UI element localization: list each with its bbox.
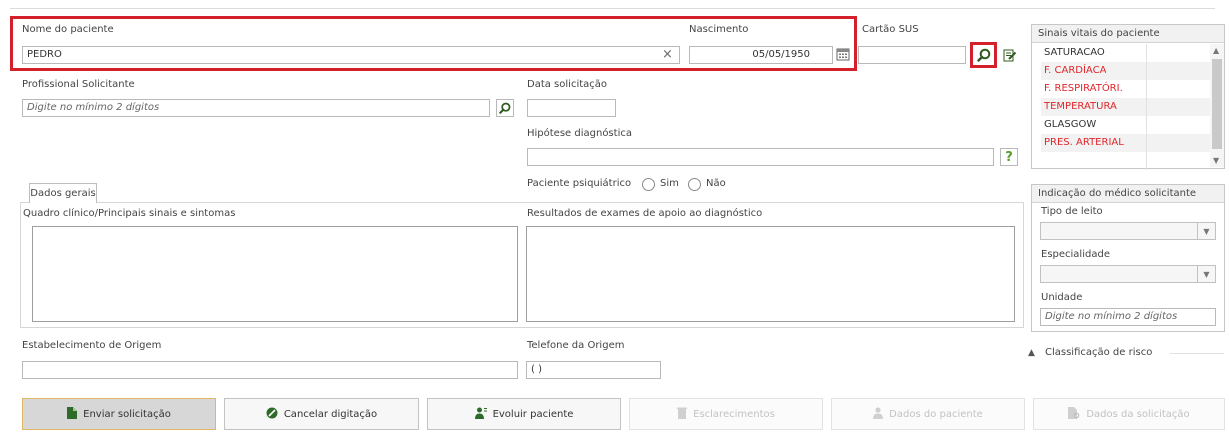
specialty-label: Especialidade xyxy=(1041,249,1110,260)
hypothesis-input[interactable] xyxy=(527,148,994,166)
symptoms-textarea[interactable] xyxy=(32,226,518,322)
origin-establishment-label: Estabelecimento de Origem xyxy=(22,340,162,351)
request-data-button[interactable]: Dados da solicitação xyxy=(1033,398,1225,430)
bed-type-select[interactable]: ▼ xyxy=(1040,222,1216,240)
tab-general-data[interactable]: Dados gerais xyxy=(29,183,97,203)
help-icon[interactable]: ? xyxy=(1000,148,1018,166)
document-icon xyxy=(67,406,78,422)
exams-textarea[interactable] xyxy=(526,226,1015,322)
psychiatric-yes-label: Sim xyxy=(660,178,679,189)
chevron-down-icon: ▼ xyxy=(1197,266,1215,282)
cancel-typing-button[interactable]: Cancelar digitação xyxy=(224,398,419,430)
send-request-label: Enviar solicitação xyxy=(83,408,171,420)
search-icon[interactable] xyxy=(977,48,991,65)
psychiatric-no-radio[interactable] xyxy=(688,178,701,191)
user-icon xyxy=(873,406,884,422)
clarifications-label: Esclarecimentos xyxy=(693,408,775,420)
sus-card-label: Cartão SUS xyxy=(862,24,919,35)
vital-item-heart-rate[interactable]: F. CARDÍACA xyxy=(1044,62,1106,80)
request-date-input[interactable] xyxy=(527,99,616,117)
risk-classification-label: Classificação de risco xyxy=(1045,347,1153,358)
request-data-label: Dados da solicitação xyxy=(1086,408,1190,420)
specialty-select[interactable]: ▼ xyxy=(1040,265,1216,283)
evolve-patient-label: Evoluir paciente xyxy=(492,408,574,420)
vital-item-blood-pressure[interactable]: PRES. ARTERIAL xyxy=(1044,134,1124,152)
scroll-down-icon[interactable]: ▼ xyxy=(1213,156,1219,165)
professional-input[interactable]: Digite no mínimo 2 dígitos xyxy=(22,99,490,117)
vitals-panel-title: Sinais vitais do paciente xyxy=(1032,25,1224,43)
document-view-icon xyxy=(1068,406,1080,422)
bed-type-label: Tipo de leito xyxy=(1041,206,1103,217)
scroll-up-icon[interactable]: ▲ xyxy=(1213,46,1219,55)
vital-item-saturation[interactable]: SATURACAO xyxy=(1044,44,1105,62)
patient-highlight-box xyxy=(10,16,857,71)
unit-placeholder: Digite no mínimo 2 dígitos xyxy=(1045,311,1178,322)
patient-data-button[interactable]: Dados do paciente xyxy=(831,398,1025,430)
patient-data-label: Dados do paciente xyxy=(889,408,983,420)
origin-establishment-input[interactable] xyxy=(22,361,518,379)
sus-card-input[interactable] xyxy=(858,46,966,64)
user-add-icon xyxy=(474,407,487,422)
psychiatric-label: Paciente psiquiátrico xyxy=(527,178,632,189)
trash-icon xyxy=(677,407,688,422)
collapse-caret-icon[interactable]: ▲ xyxy=(1028,348,1035,358)
origin-phone-label: Telefone da Origem xyxy=(527,340,625,351)
hypothesis-label: Hipótese diagnóstica xyxy=(527,128,632,139)
vital-item-temperature[interactable]: TEMPERATURA xyxy=(1044,98,1117,116)
professional-search-icon[interactable] xyxy=(496,99,514,117)
unit-label: Unidade xyxy=(1041,292,1083,303)
symptoms-label: Quadro clínico/Principais sinais e sinto… xyxy=(23,208,236,219)
clarifications-button[interactable]: Esclarecimentos xyxy=(629,398,823,430)
vitals-panel: Sinais vitais do paciente SATURACAO F. C… xyxy=(1031,24,1225,170)
vital-item-respiratory-rate[interactable]: F. RESPIRATÓRI. xyxy=(1044,80,1152,98)
edit-icon[interactable] xyxy=(1003,48,1017,65)
psychiatric-yes-radio[interactable] xyxy=(642,178,655,191)
doctor-indication-title: Indicação do médico solicitante xyxy=(1032,185,1224,203)
psychiatric-no-label: Não xyxy=(706,178,726,189)
origin-phone-input[interactable]: ( ) xyxy=(526,361,661,379)
vital-item-glasgow[interactable]: GLASGOW xyxy=(1044,116,1096,134)
vitals-column-divider xyxy=(1146,44,1147,170)
send-request-button[interactable]: Enviar solicitação xyxy=(22,398,216,430)
vitals-scroll-thumb[interactable] xyxy=(1212,59,1222,149)
cancel-typing-label: Cancelar digitação xyxy=(283,408,378,420)
unit-input[interactable]: Digite no mínimo 2 dígitos xyxy=(1040,308,1216,326)
exams-label: Resultados de exames de apoio ao diagnós… xyxy=(527,208,763,219)
request-date-label: Data solicitação xyxy=(527,79,608,90)
professional-label: Profissional Solicitante xyxy=(22,79,135,90)
top-divider xyxy=(10,8,1215,9)
professional-placeholder: Digite no mínimo 2 dígitos xyxy=(27,102,160,113)
cancel-circle-icon xyxy=(266,407,278,422)
origin-phone-value: ( ) xyxy=(531,364,542,375)
evolve-patient-button[interactable]: Evoluir paciente xyxy=(427,398,621,430)
chevron-down-icon: ▼ xyxy=(1197,223,1215,239)
risk-divider xyxy=(1170,353,1224,354)
